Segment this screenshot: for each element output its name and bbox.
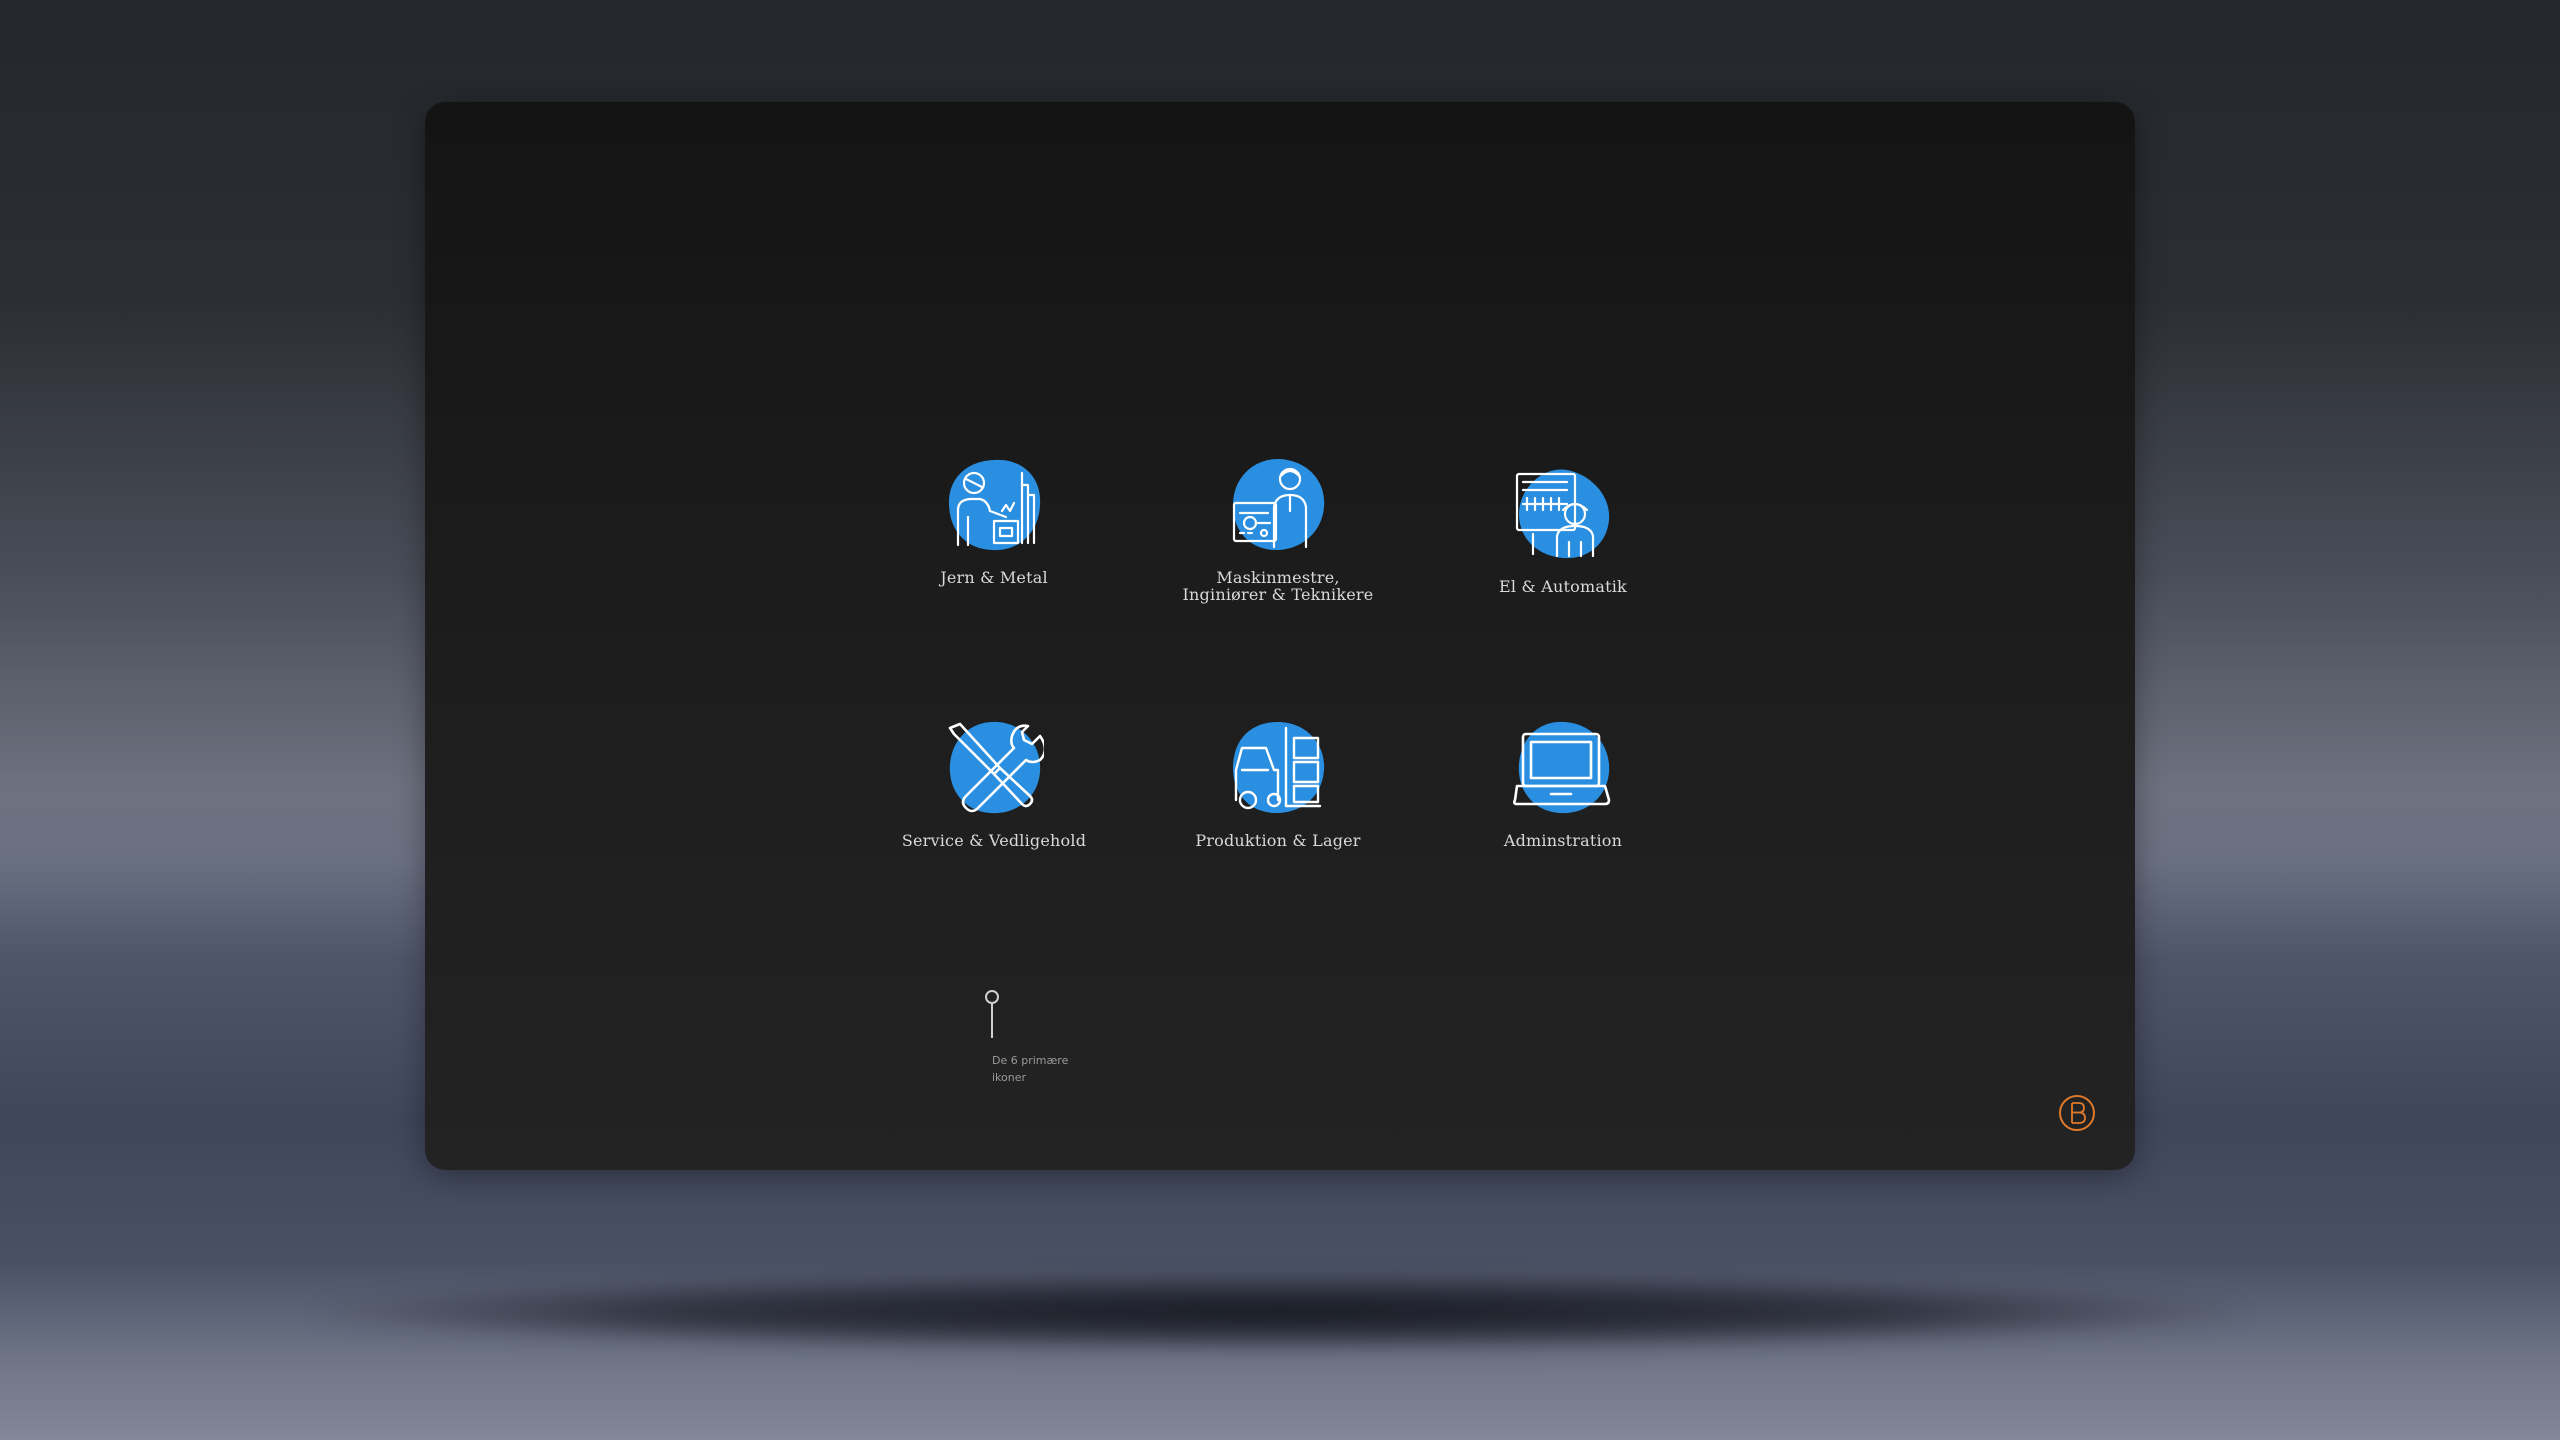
category-jern-metal[interactable]: Jern & Metal [884, 455, 1104, 586]
engineer-control-panel-icon [1232, 458, 1325, 551]
presentation-screen [425, 102, 2135, 1170]
welder-icon [948, 459, 1041, 551]
forklift-icon [1232, 722, 1325, 814]
brand-logo-icon [2059, 1095, 2095, 1131]
category-maskinmestre[interactable]: Maskinmestre, Inginiører & Teknikere [1168, 455, 1388, 603]
category-adminstration[interactable]: Adminstration [1453, 718, 1673, 849]
category-label: Produktion & Lager [1195, 831, 1361, 850]
annotation-text: De 6 primære ikoner [992, 1054, 1069, 1084]
pin-dot [985, 990, 999, 1004]
floor-shadow [310, 1275, 2250, 1350]
wrench-screwdriver-icon [948, 721, 1044, 814]
category-label: Jern & Metal [940, 568, 1048, 587]
category-label: Maskinmestre, Inginiører & Teknikere [1182, 568, 1374, 604]
category-label: El & Automatik [1499, 577, 1627, 596]
category-label: Adminstration [1503, 831, 1623, 850]
category-label: Service & Vedligehold [901, 831, 1087, 850]
electrician-panel-icon [1515, 469, 1610, 559]
laptop-icon [1513, 721, 1611, 814]
category-service-vedligehold[interactable]: Service & Vedligehold [884, 718, 1104, 849]
category-produktion-lager[interactable]: Produktion & Lager [1168, 718, 1388, 849]
category-el-automatik[interactable]: El & Automatik [1453, 464, 1673, 595]
pin-line [991, 1003, 993, 1038]
